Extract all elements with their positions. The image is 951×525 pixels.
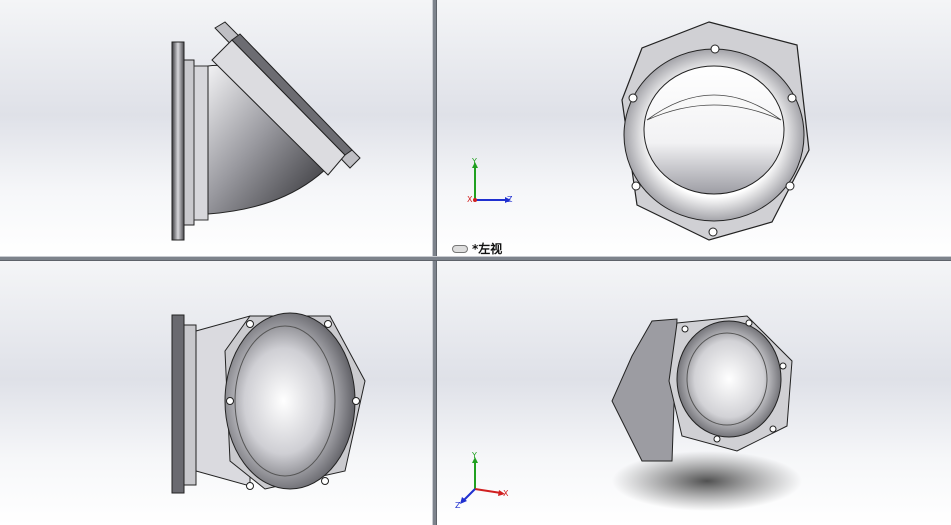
viewport-left-view[interactable] — [0, 0, 432, 256]
vertical-splitter[interactable] — [432, 0, 437, 525]
view-name-label[interactable]: *左视 — [452, 240, 502, 256]
triad-x-label: X — [467, 195, 473, 204]
viewport-isometric-view[interactable]: Y X Z — [437, 261, 951, 525]
horizontal-splitter[interactable] — [0, 256, 951, 261]
coordinate-triad — [460, 457, 505, 504]
view-name-text: *左视 — [472, 242, 503, 256]
elbow-part-front-view — [472, 21, 810, 241]
triad-z-label: Z — [507, 195, 513, 204]
triad-y-label: Y — [472, 451, 477, 460]
view-link-icon — [452, 244, 468, 253]
elbow-part-side-view — [171, 21, 361, 241]
coordinate-triad — [472, 162, 511, 203]
elbow-part-perspective-view — [171, 312, 366, 494]
viewport-front-view[interactable]: Y Z X *左视 — [437, 0, 951, 256]
elbow-part-isometric-view — [460, 315, 802, 511]
viewport-perspective-view[interactable] — [0, 261, 432, 525]
triad-z-label: Z — [455, 501, 461, 510]
triad-x-label: X — [503, 489, 509, 498]
triad-y-label: Y — [472, 157, 477, 166]
